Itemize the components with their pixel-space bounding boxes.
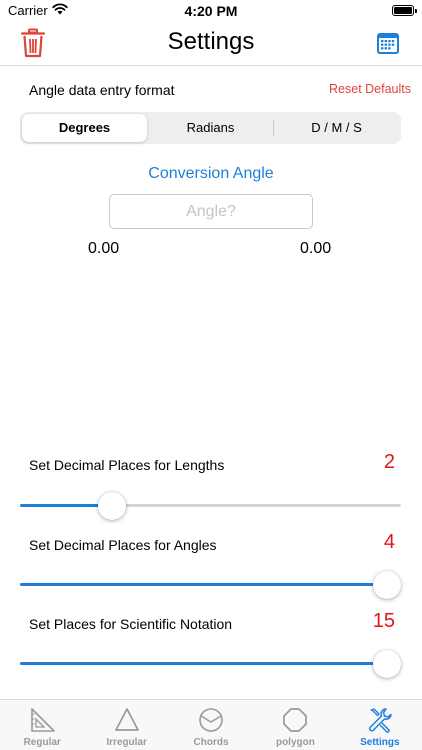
angle-format-label: Angle data entry format	[29, 82, 175, 98]
octagon-icon	[283, 708, 308, 732]
lengths-decimal-value: 2	[383, 451, 395, 473]
segment-radians[interactable]: Radians	[148, 114, 273, 142]
tab-label: Irregular	[106, 737, 147, 748]
slider-thumb[interactable]	[97, 492, 126, 520]
segment-dms[interactable]: D / M / S	[274, 114, 399, 142]
conversion-result-left: 0.00	[88, 240, 120, 257]
segment-degrees[interactable]: Degrees	[22, 114, 147, 142]
page-title: Settings	[167, 28, 255, 55]
angles-decimal-value: 4	[383, 531, 395, 553]
scientific-notation-slider[interactable]	[20, 650, 401, 678]
scientific-notation-value: 15	[372, 610, 395, 632]
reset-defaults-button[interactable]: Reset Defaults	[329, 82, 411, 96]
slider-thumb[interactable]	[373, 650, 401, 678]
status-bar: Carrier 4:20 PM	[0, 0, 422, 22]
scientific-notation-label: Set Places for Scientific Notation	[29, 616, 233, 632]
battery-icon	[392, 5, 417, 16]
conversion-result-right: 0.00	[300, 240, 332, 257]
angle-input[interactable]	[109, 194, 313, 229]
tab-regular[interactable]: Regular	[0, 700, 84, 750]
triangle-icon	[114, 708, 139, 731]
navigation-bar: Settings	[0, 22, 422, 66]
tab-bar: Regular Irregular Chords polygon Setting…	[0, 699, 422, 750]
lengths-decimal-slider[interactable]	[20, 492, 401, 520]
calendar-icon[interactable]	[376, 31, 400, 55]
tab-label: Chords	[193, 737, 229, 748]
angles-decimal-label: Set Decimal Places for Angles	[29, 537, 217, 553]
conversion-angle-title: Conversion Angle	[148, 165, 274, 182]
slider-thumb[interactable]	[373, 571, 401, 599]
tab-chords[interactable]: Chords	[169, 700, 253, 750]
tab-label: polygon	[275, 737, 315, 748]
tab-label: Settings	[360, 737, 400, 748]
wrench-screwdriver-icon	[368, 708, 392, 733]
circle-chord-icon	[199, 708, 223, 732]
status-time: 4:20 PM	[184, 3, 238, 19]
tab-irregular[interactable]: Irregular	[84, 700, 168, 750]
lengths-decimal-label: Set Decimal Places for Lengths	[29, 457, 225, 473]
tab-settings[interactable]: Settings	[338, 700, 422, 750]
angles-decimal-slider[interactable]	[20, 571, 401, 599]
tab-label: Regular	[23, 737, 61, 748]
angle-format-segmented-control: Degrees Radians D / M / S	[20, 112, 401, 144]
tab-polygon[interactable]: polygon	[253, 700, 337, 750]
right-triangle-ruler-icon	[31, 708, 56, 732]
